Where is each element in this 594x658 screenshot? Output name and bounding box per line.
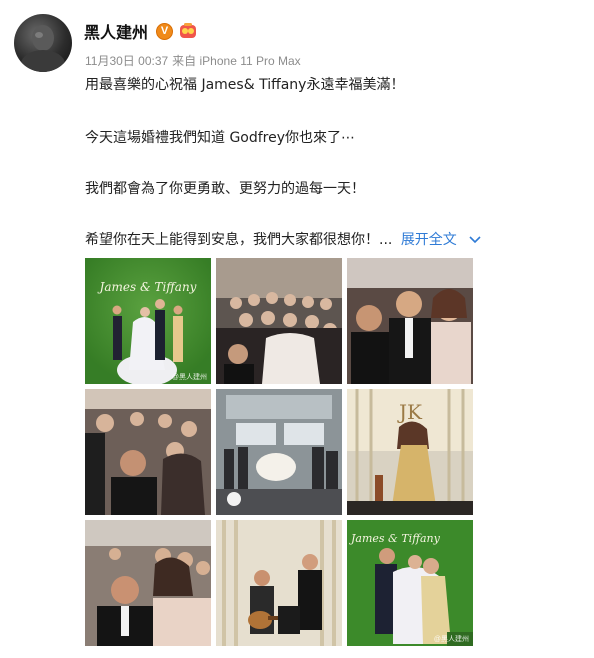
post-text-line-4: 希望你在天上能得到安息，我們大家都很想你！... 展开全文 <box>85 230 481 250</box>
photo-9-sign: James & Tiffany <box>351 532 440 545</box>
author-row: 黑人建州 V <box>84 19 198 43</box>
avatar[interactable] <box>14 14 72 72</box>
weibo-post: 黑人建州 V 11月30日 00:37 来自 iPhone 11 Pro Max… <box>0 0 594 658</box>
wedding-couple-photo-icon <box>85 258 211 384</box>
guests-portrait-photo-icon <box>347 258 473 384</box>
post-text-line-4-content: 希望你在天上能得到安息，我們大家都很想你！... <box>85 232 393 248</box>
photo-3[interactable] <box>347 258 473 384</box>
photo-1[interactable]: James & Tiffany @黑人建州 <box>85 258 211 384</box>
photo-6[interactable]: JK <box>347 389 473 515</box>
chevron-down-icon[interactable] <box>469 236 481 244</box>
photo-9[interactable]: James & Tiffany @黑人建州 <box>347 520 473 646</box>
verified-badge-icon: V <box>156 22 174 40</box>
group-selfie-photo-icon <box>216 258 342 384</box>
group-selfie-photo-2-icon <box>85 389 211 515</box>
post-text-line-1: 用最喜樂的心祝福 James& Tiffany永遠幸福美滿！ <box>85 77 405 93</box>
expand-full-text-link[interactable]: 展开全文 <box>401 232 457 248</box>
photo-grid: James & Tiffany @黑人建州 JK James & Tiffany… <box>85 258 473 646</box>
photo-2[interactable] <box>216 258 342 384</box>
singer-stage-photo-icon: JK <box>347 389 473 515</box>
photo-8[interactable] <box>216 520 342 646</box>
photo-7[interactable] <box>85 520 211 646</box>
post-source: 来自 iPhone 11 Pro Max <box>172 54 301 68</box>
selfie-guests-photo-icon <box>85 520 211 646</box>
svg-text:JK: JK <box>397 400 423 424</box>
post-meta: 11月30日 00:37 来自 iPhone 11 Pro Max <box>85 52 301 69</box>
timestamp[interactable]: 11月30日 00:37 <box>85 52 168 69</box>
username[interactable]: 黑人建州 <box>84 19 148 43</box>
guitar-performance-photo-icon <box>216 520 342 646</box>
post-text-line-3: 我們都會為了你更勇敢、更努力的過每一天！ <box>85 181 365 197</box>
fan-medal-icon <box>180 23 197 38</box>
photo-1-sign: James & Tiffany <box>99 280 197 294</box>
photo-9-watermark: @黑人建州 <box>433 636 469 643</box>
post-text-line-2: 今天這場婚禮我們知道 Godfrey你也來了⋯ <box>85 130 356 146</box>
photo-5[interactable] <box>216 389 342 515</box>
reception-hall-photo-icon <box>216 389 342 515</box>
photo-4[interactable] <box>85 389 211 515</box>
photo-1-watermark: @黑人建州 <box>171 374 207 381</box>
